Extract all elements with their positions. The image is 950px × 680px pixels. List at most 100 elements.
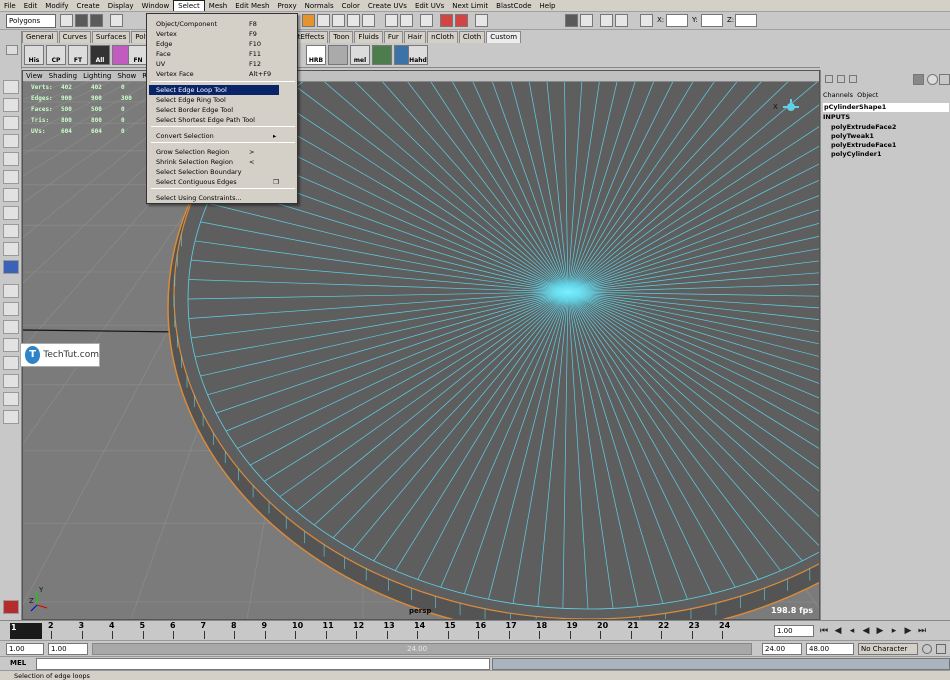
input-node[interactable]: polyTweak1: [831, 132, 874, 140]
menu-item-uv[interactable]: UV F12: [149, 59, 297, 69]
animation-start-field[interactable]: 1.00: [6, 643, 44, 655]
ipr-icon[interactable]: [600, 14, 613, 27]
shelf-tab-toon[interactable]: Toon: [329, 31, 354, 43]
channel-box-icon[interactable]: [939, 74, 950, 85]
history-output-icon[interactable]: [400, 14, 413, 27]
step-forward-frame-icon[interactable]: ▸: [888, 625, 900, 637]
persp-graph-layout-icon[interactable]: [3, 320, 19, 334]
lasso-tool-icon[interactable]: [3, 98, 19, 112]
input-node[interactable]: polyExtrudeFace1: [831, 141, 896, 149]
shelf-tab-ncloth[interactable]: nCloth: [427, 31, 458, 43]
list-icon-2[interactable]: [837, 75, 845, 83]
go-to-end-icon[interactable]: ⏭: [916, 625, 928, 637]
menu-display[interactable]: Display: [104, 0, 138, 12]
menu-item-object-component[interactable]: Object/Component F8: [149, 19, 297, 29]
graph-layout-icon[interactable]: [3, 392, 19, 406]
open-scene-icon[interactable]: [75, 14, 88, 27]
hypershade-icon[interactable]: [580, 14, 593, 27]
mode-select[interactable]: Polygons: [6, 14, 56, 28]
shelf-all-button[interactable]: All: [90, 45, 110, 65]
current-frame-indicator[interactable]: 1: [10, 623, 42, 639]
menu-item-select-edge-loop-tool[interactable]: Select Edge Loop Tool: [149, 85, 279, 95]
shelf-tab-fluids[interactable]: Fluids: [354, 31, 383, 43]
viewport-persp[interactable]: ViewShadingLightingShowRender Z Y X Vert…: [22, 70, 820, 620]
menu-item-convert-selection[interactable]: Convert Selection ▸: [149, 131, 297, 141]
show-manip-icon[interactable]: [3, 224, 19, 238]
shelf-his-button[interactable]: His: [24, 45, 44, 65]
outliner-layout-icon[interactable]: [3, 374, 19, 388]
menu-window[interactable]: Window: [138, 0, 174, 12]
shelf-hrb-button[interactable]: HRB: [306, 45, 326, 65]
shelf-tab-fur[interactable]: Fur: [383, 31, 403, 43]
list-icon[interactable]: [825, 75, 833, 83]
move-tool-icon[interactable]: [3, 134, 19, 148]
shelf-tab-curves[interactable]: Curves: [58, 31, 91, 43]
persp-outliner-layout-icon[interactable]: [3, 302, 19, 316]
more-layouts-icon[interactable]: [3, 410, 19, 424]
menu-item-select-using-constraints[interactable]: Select Using Constraints...: [149, 193, 297, 203]
shelf-hahd-button[interactable]: Hahd: [408, 45, 428, 65]
mel-label[interactable]: MEL: [10, 659, 26, 667]
menu-item-vertex-face[interactable]: Vertex Face Alt+F9: [149, 69, 297, 79]
attribute-editor-icon[interactable]: [913, 74, 924, 85]
input-line-mode-icon[interactable]: [640, 14, 653, 27]
shelf-tab-cloth[interactable]: Cloth: [458, 31, 486, 43]
menu-item-vertex[interactable]: Vertex F9: [149, 29, 297, 39]
last-tool-icon[interactable]: [3, 242, 19, 256]
channels-menu[interactable]: Channels: [823, 91, 853, 99]
menu-edit-uvs[interactable]: Edit UVs: [411, 0, 448, 12]
shelf-fn-button[interactable]: FN: [128, 45, 148, 65]
shelf-tab-custom[interactable]: Custom: [486, 31, 522, 43]
go-to-start-icon[interactable]: ⏮: [818, 625, 830, 637]
shelf-tab-hair[interactable]: Hair: [403, 31, 427, 43]
step-back-key-icon[interactable]: ◀: [832, 625, 844, 637]
menu-normals[interactable]: Normals: [301, 0, 338, 12]
shelf-cp-button[interactable]: CP: [46, 45, 66, 65]
shelf-tab-surfaces[interactable]: Surfaces: [91, 31, 131, 43]
character-set-select[interactable]: No Character Set: [858, 643, 918, 663]
menu-mesh[interactable]: Mesh: [205, 0, 231, 12]
menu-item-grow-selection-region[interactable]: Grow Selection Region >: [149, 147, 297, 157]
panel-menu-show[interactable]: Show: [114, 72, 139, 80]
live-surface-icon[interactable]: [362, 14, 375, 27]
anim-prefs-icon[interactable]: [936, 644, 946, 654]
save-scene-icon[interactable]: [90, 14, 103, 27]
shelf-mel-button[interactable]: mel: [350, 45, 370, 65]
new-scene-icon[interactable]: [60, 14, 73, 27]
current-frame-field[interactable]: 1.00: [774, 625, 814, 637]
menu-blastcode[interactable]: BlastCode: [492, 0, 535, 12]
menu-proxy[interactable]: Proxy: [273, 0, 300, 12]
render-globals-icon[interactable]: [615, 14, 628, 27]
shelf-cross-button[interactable]: [328, 45, 348, 65]
construction-history-icon[interactable]: [420, 14, 433, 27]
range-slider[interactable]: 24.00: [92, 643, 752, 655]
menu-item-edge[interactable]: Edge F10: [149, 39, 297, 49]
playback-end-field[interactable]: 24.00: [762, 643, 802, 655]
input-node[interactable]: polyCylinder1: [831, 150, 881, 158]
shelf-ft-button[interactable]: FT: [68, 45, 88, 65]
single-perspective-layout-icon[interactable]: [3, 260, 19, 274]
play-backwards-icon[interactable]: ◀: [860, 625, 872, 637]
menu-edit[interactable]: Edit: [20, 0, 42, 12]
tool-settings-icon[interactable]: [927, 74, 938, 85]
shelf-tool-button[interactable]: [372, 45, 392, 65]
soft-mod-icon[interactable]: [3, 206, 19, 220]
object-menu[interactable]: Object: [857, 91, 878, 99]
paint-select-tool-icon[interactable]: [3, 116, 19, 130]
shelf-tab-general[interactable]: General: [22, 31, 58, 43]
render-view-icon[interactable]: [565, 14, 578, 27]
render-current-frame-icon[interactable]: [440, 14, 453, 27]
menu-edit-mesh[interactable]: Edit Mesh: [231, 0, 273, 12]
time-slider[interactable]: 1 2 3 4 5 6 7 8 9 10 11 12 13 14 15 16 17 18 19 20 21 22 23 24: [0, 620, 770, 640]
menu-select[interactable]: Select: [173, 0, 205, 11]
snap-point-icon[interactable]: [332, 14, 345, 27]
menu-color[interactable]: Color: [338, 0, 364, 12]
shelf-menu-icon[interactable]: [6, 45, 18, 55]
x-field[interactable]: [666, 14, 688, 27]
list-icon-3[interactable]: [849, 75, 857, 83]
z-field[interactable]: [735, 14, 757, 27]
snap-plane-icon[interactable]: [347, 14, 360, 27]
input-node[interactable]: polyExtrudeFace2: [831, 123, 896, 131]
auto-key-icon[interactable]: [922, 644, 932, 654]
menu-item-select-border-edge-tool[interactable]: Select Border Edge Tool: [149, 105, 297, 115]
